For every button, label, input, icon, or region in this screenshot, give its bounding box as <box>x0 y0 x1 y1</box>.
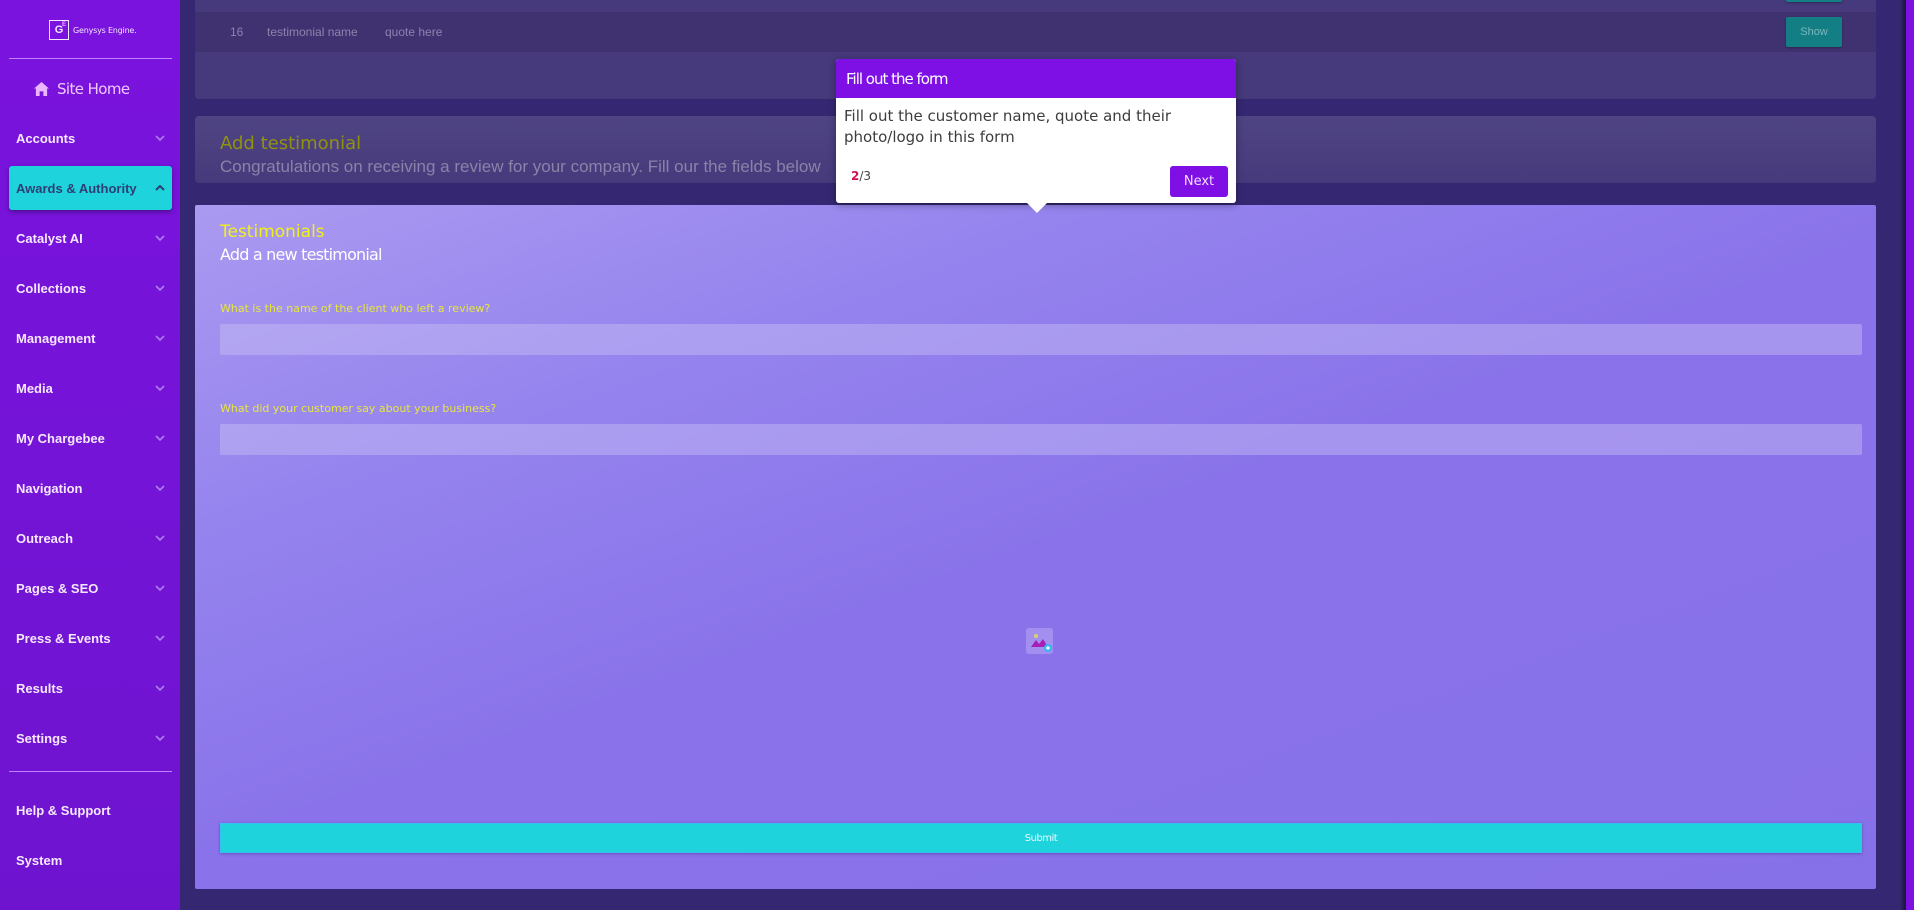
sidebar-item-media[interactable]: Media <box>9 366 172 410</box>
sidebar-item-label: Navigation <box>16 480 83 496</box>
chevron-down-icon <box>155 385 165 391</box>
chevron-down-icon <box>155 635 165 641</box>
sidebar-item-label: Outreach <box>16 530 74 546</box>
site-home-link[interactable]: Site Home <box>34 80 130 98</box>
chevron-down-icon <box>155 735 165 741</box>
sidebar-item-label: Awards & Authority <box>16 180 137 196</box>
sidebar-item-results[interactable]: Results <box>9 666 172 710</box>
chevron-down-icon <box>155 285 165 291</box>
sidebar-item-label: Press & Events <box>16 630 111 646</box>
row-name: testimonial name <box>267 25 358 39</box>
tour-title: Fill out the form <box>836 59 1236 98</box>
chevron-down-icon <box>155 235 165 241</box>
chevron-down-icon <box>155 485 165 491</box>
logo-mark: GE <box>49 20 69 40</box>
sidebar-item-catalyst-ai[interactable]: Catalyst AI <box>9 216 172 260</box>
chevron-down-icon <box>155 335 165 341</box>
tour-step-counter: 2/3 <box>851 169 871 183</box>
testimonial-form: Testimonials Add a new testimonial What … <box>195 205 1876 889</box>
sidebar-item-collections[interactable]: Collections <box>9 266 172 310</box>
chevron-down-icon <box>155 435 165 441</box>
sidebar-item-label: Catalyst AI <box>16 230 83 246</box>
quote-input[interactable] <box>220 424 1862 455</box>
sidebar-item-settings[interactable]: Settings <box>9 716 172 760</box>
sidebar-divider-top <box>9 58 172 59</box>
client-name-label: What is the name of the client who left … <box>220 302 491 315</box>
submit-button[interactable]: Submit <box>220 823 1862 853</box>
sidebar-item-label: Help & Support <box>16 802 111 818</box>
site-home-label: Site Home <box>57 80 130 98</box>
sidebar-item-label: Settings <box>16 730 68 746</box>
chevron-down-icon <box>155 535 165 541</box>
sidebar-item-system[interactable]: System <box>9 838 172 882</box>
tour-body: Fill out the customer name, quote and th… <box>844 107 1172 146</box>
quote-label: What did your customer say about your bu… <box>220 402 497 415</box>
home-icon <box>34 82 49 96</box>
sidebar-item-help-support[interactable]: Help & Support <box>9 788 172 832</box>
scrollbar[interactable] <box>1906 0 1914 910</box>
sidebar-item-label: My Chargebee <box>16 430 105 446</box>
sidebar-item-press-and-events[interactable]: Press & Events <box>9 616 172 660</box>
tour-popover-arrow <box>1027 203 1047 213</box>
sidebar-item-management[interactable]: Management <box>9 316 172 360</box>
row-id: 16 <box>230 25 244 39</box>
sidebar-item-label: Management <box>16 330 96 346</box>
logo-text: Genysys Engine. <box>73 25 137 35</box>
add-testimonial-description: Congratulations on receiving a review fo… <box>220 157 821 176</box>
chevron-down-icon <box>155 135 165 141</box>
sidebar-item-label: Accounts <box>16 130 76 146</box>
client-name-input[interactable] <box>220 324 1862 355</box>
table-row: 16 testimonial name quote here Show <box>195 12 1876 52</box>
show-button-previous[interactable] <box>1786 0 1842 2</box>
image-upload-icon <box>1031 634 1052 652</box>
sidebar-item-label: Collections <box>16 280 87 296</box>
sidebar-item-navigation[interactable]: Navigation <box>9 466 172 510</box>
sidebar-item-pages-and-seo[interactable]: Pages & SEO <box>9 566 172 610</box>
logo-mark-sup: E <box>61 22 66 28</box>
form-subtitle: Add a new testimonial <box>220 245 383 264</box>
image-upload-button[interactable] <box>1026 628 1053 654</box>
chevron-down-icon <box>155 685 165 691</box>
chevron-up-icon <box>155 185 165 191</box>
tour-step-total: /3 <box>859 169 872 183</box>
tour-popover: Fill out the form Fill out the customer … <box>836 59 1236 203</box>
sidebar-item-label: Media <box>16 380 53 396</box>
show-button[interactable]: Show <box>1786 17 1842 47</box>
form-title: Testimonials <box>220 222 325 242</box>
sidebar-item-label: System <box>16 852 63 868</box>
sidebar-item-outreach[interactable]: Outreach <box>9 516 172 560</box>
sidebar: GE Genysys Engine. Site Home Accounts Awa… <box>0 0 180 910</box>
tour-next-button[interactable]: Next <box>1170 166 1228 197</box>
add-testimonial-title: Add testimonial <box>220 133 362 154</box>
sidebar-item-label: Results <box>16 680 63 696</box>
sidebar-item-my-chargebee[interactable]: My Chargebee <box>9 416 172 460</box>
sidebar-divider-bottom <box>9 771 172 772</box>
sidebar-item-awards-and-authority[interactable]: Awards & Authority <box>9 166 172 210</box>
sidebar-item-accounts[interactable]: Accounts <box>9 116 172 160</box>
sidebar-item-label: Pages & SEO <box>16 580 99 596</box>
chevron-down-icon <box>155 585 165 591</box>
row-quote: quote here <box>385 25 443 39</box>
logo[interactable]: GE Genysys Engine. <box>49 19 137 41</box>
